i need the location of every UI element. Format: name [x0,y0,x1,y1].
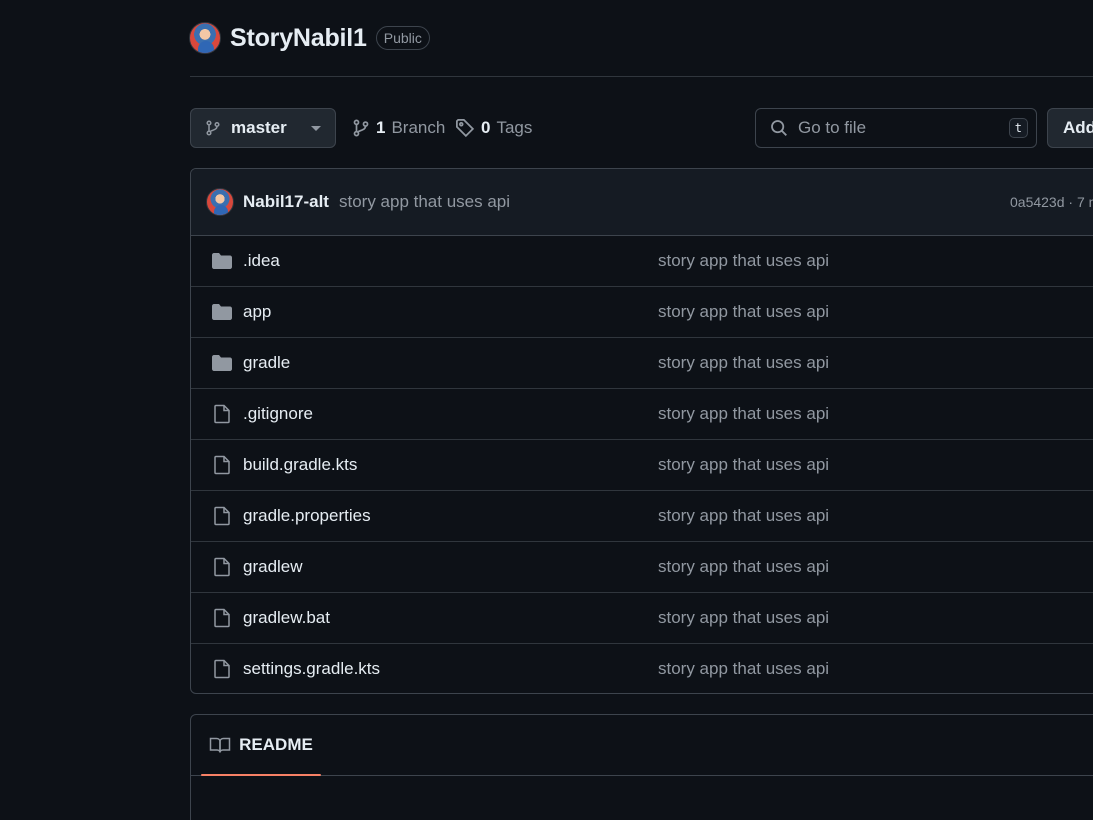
file-icon [211,404,233,424]
git-branch-icon [352,119,370,137]
file-commit-message[interactable]: story app that uses api [658,659,829,679]
file-name-link[interactable]: gradle.properties [243,506,371,526]
latest-commit-bar: Nabil17-alt story app that uses api 0a54… [191,169,1093,236]
chevron-down-icon [311,125,321,131]
file-icon [211,557,233,577]
file-row[interactable]: gradlew.bat story app that uses api [191,593,1093,644]
file-row[interactable]: .idea story app that uses api [191,236,1093,287]
file-commit-message[interactable]: story app that uses api [658,506,829,526]
file-row[interactable]: .gitignore story app that uses api [191,389,1093,440]
file-row[interactable]: settings.gradle.kts story app that uses a… [191,644,1093,693]
repo-name[interactable]: StoryNabil1 [230,24,367,53]
file-name-link[interactable]: gradle [243,353,290,373]
header-divider [190,76,1093,77]
commit-hash-and-time[interactable]: 0a5423d · 7 months ago [1010,194,1093,210]
file-name-link[interactable]: gradlew [243,557,303,577]
add-file-button[interactable]: Add file [1047,108,1093,148]
git-branch-icon [205,120,221,136]
file-commit-message[interactable]: story app that uses api [658,404,829,424]
file-rows: .idea story app that uses api app story app… [191,236,1093,693]
file-icon [211,455,233,475]
file-commit-message[interactable]: story app that uses api [658,353,829,373]
file-commit-message[interactable]: story app that uses api [658,251,829,271]
repo-header: StoryNabil1 Public [189,22,430,54]
tags-link[interactable]: 0 Tags [455,115,532,141]
branches-count: 1 [376,118,386,137]
file-row[interactable]: gradlew story app that uses api [191,542,1093,593]
commit-author-avatar[interactable] [206,188,234,216]
folder-icon [211,354,233,372]
readme-tabs: README [191,715,1093,776]
go-to-file-input[interactable]: Go to file t [755,108,1037,148]
file-table: Nabil17-alt story app that uses api 0a54… [190,168,1093,694]
book-icon [209,736,231,754]
file-row[interactable]: build.gradle.kts story app that uses api [191,440,1093,491]
file-commit-message[interactable]: story app that uses api [658,302,829,322]
file-name-link[interactable]: gradlew.bat [243,608,330,628]
branch-name: master [231,118,287,137]
file-name-link[interactable]: .gitignore [243,404,313,424]
tags-label: Tags [496,118,533,137]
file-row[interactable]: app story app that uses api [191,287,1093,338]
file-name-link[interactable]: settings.gradle.kts [243,659,380,679]
commit-author[interactable]: Nabil17-alt [243,192,329,212]
file-commit-message[interactable]: story app that uses api [658,557,829,577]
file-icon [211,608,233,628]
file-commit-message[interactable]: story app that uses api [658,455,829,475]
file-name-link[interactable]: app [243,302,271,322]
tab-readme[interactable]: README [201,715,321,776]
file-name-link[interactable]: build.gradle.kts [243,455,357,475]
file-commit-message[interactable]: story app that uses api [658,608,829,628]
readme-panel: README [190,714,1093,820]
keyboard-shortcut-hint: t [1008,118,1028,138]
tag-icon [455,118,475,138]
file-name-link[interactable]: .idea [243,251,280,271]
file-icon [211,659,233,679]
file-row[interactable]: gradle story app that uses api [191,338,1093,389]
repo-page: StoryNabil1 Public master 1 Branch 0 Tag… [0,0,1093,820]
search-placeholder: Go to file [798,118,867,137]
branches-label: Branch [391,118,446,137]
readme-tab-label: README [239,735,313,754]
file-icon [211,506,233,526]
file-row[interactable]: gradle.properties story app that uses api [191,491,1093,542]
folder-icon [211,303,233,321]
branch-selector-button[interactable]: master [190,108,336,148]
branches-link[interactable]: 1 Branch [352,115,445,141]
owner-avatar[interactable] [189,22,221,54]
folder-icon [211,252,233,270]
visibility-badge: Public [375,26,430,50]
tags-count: 0 [481,118,491,137]
commit-message[interactable]: story app that uses api [339,192,510,212]
search-icon [770,119,788,137]
